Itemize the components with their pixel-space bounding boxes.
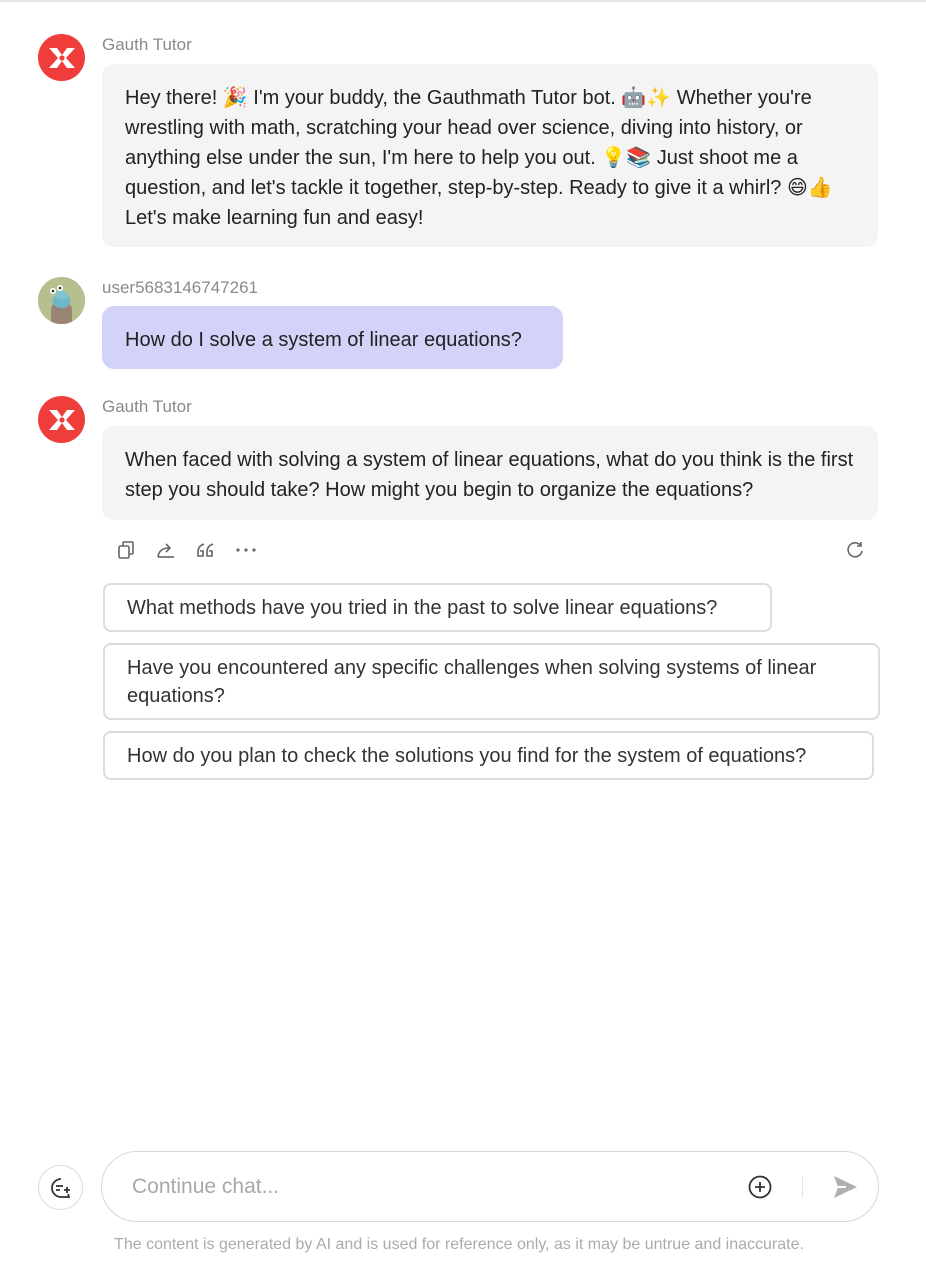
quote-icon — [197, 543, 214, 557]
sender-name: user5683146747261 — [102, 278, 258, 297]
gauth-logo-icon — [48, 47, 75, 68]
message-bubble: When faced with solving a system of line… — [102, 426, 878, 520]
gauth-tutor-avatar — [38, 396, 85, 443]
regenerate-button[interactable] — [841, 534, 869, 566]
new-chat-button[interactable] — [38, 1165, 83, 1210]
bot-message: Gauth Tutor Hey there! 🎉 I'm your buddy,… — [38, 34, 880, 248]
suggestion-chip[interactable]: How do you plan to check the solutions y… — [103, 731, 874, 780]
user-message: user5683146747261 How do I solve a syste… — [38, 277, 880, 369]
send-button[interactable] — [830, 1172, 860, 1202]
share-button[interactable] — [152, 534, 180, 566]
chat-input-container — [101, 1151, 879, 1222]
new-chat-icon — [50, 1177, 70, 1198]
quote-button[interactable] — [192, 534, 220, 566]
message-actions — [112, 534, 872, 566]
more-button[interactable] — [232, 534, 260, 566]
bot-message: Gauth Tutor When faced with solving a sy… — [38, 396, 880, 520]
sender-name: Gauth Tutor — [102, 397, 192, 416]
plus-circle-icon — [748, 1175, 772, 1199]
suggestion-chip[interactable]: Have you encountered any specific challe… — [103, 643, 880, 720]
user-avatar — [38, 277, 85, 324]
attach-button[interactable] — [747, 1174, 773, 1200]
chat-input[interactable] — [132, 1170, 712, 1204]
input-divider — [802, 1176, 803, 1198]
message-bubble: How do I solve a system of linear equati… — [102, 306, 563, 369]
top-divider — [0, 0, 926, 2]
copy-icon — [118, 541, 134, 559]
more-icon — [236, 548, 256, 552]
refresh-icon — [847, 542, 863, 558]
share-icon — [157, 543, 174, 558]
gauth-tutor-avatar — [38, 34, 85, 81]
send-icon — [834, 1176, 857, 1198]
copy-button[interactable] — [112, 534, 140, 566]
cartoon-avatar-icon — [38, 277, 85, 324]
suggestion-chip[interactable]: What methods have you tried in the past … — [103, 583, 772, 632]
gauth-logo-icon — [48, 409, 75, 430]
sender-name: Gauth Tutor — [102, 35, 192, 54]
ai-disclaimer: The content is generated by AI and is us… — [114, 1236, 804, 1253]
message-bubble: Hey there! 🎉 I'm your buddy, the Gauthma… — [102, 64, 878, 247]
